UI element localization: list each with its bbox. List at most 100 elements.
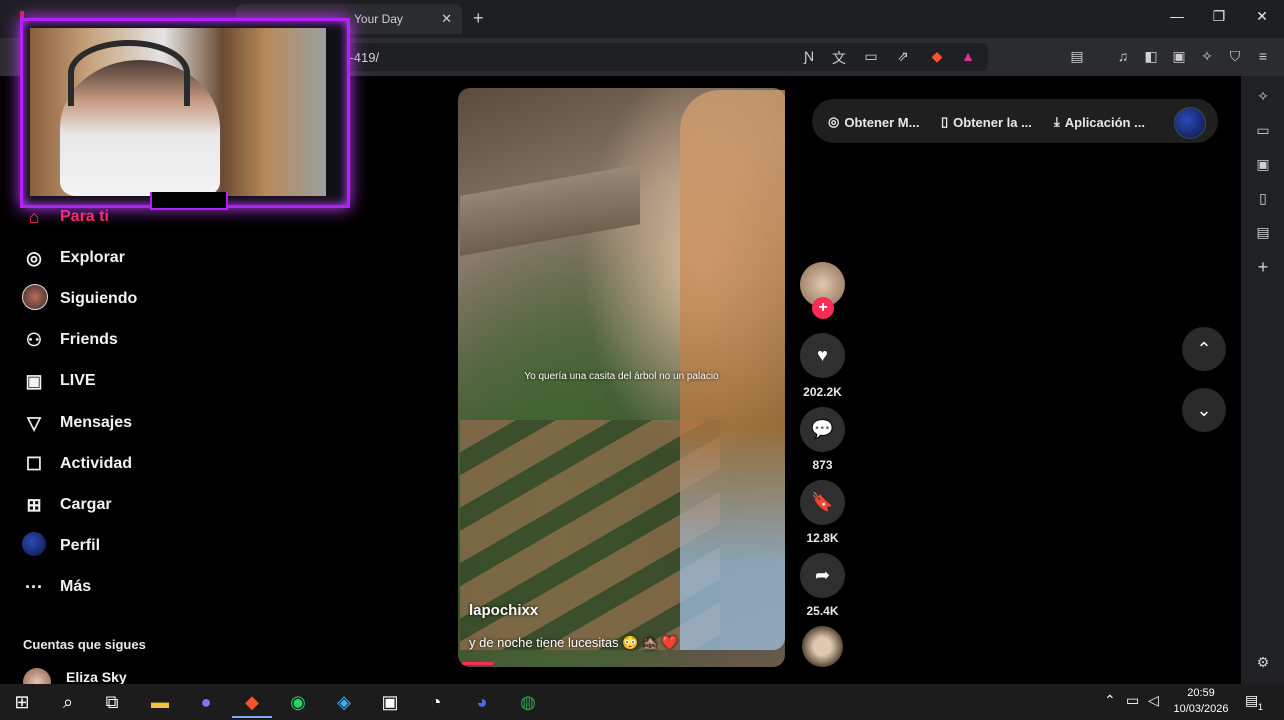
sidebar-item-label: Mensajes xyxy=(60,414,133,431)
sidebar-item-friends[interactable]: ⚇ Friends xyxy=(22,327,118,353)
video-scene-person xyxy=(680,90,785,650)
brave-rewards-icon[interactable]: ▲ xyxy=(958,48,978,64)
talk-icon[interactable]: ▭ xyxy=(1252,122,1274,139)
active-app-indicator xyxy=(232,716,272,718)
webcam-frame-tab xyxy=(150,192,228,210)
get-app-button[interactable]: ▯ Obtener la ... xyxy=(941,114,1032,130)
menu-icon[interactable]: ≡ xyxy=(1253,48,1273,64)
live-tv-icon: ▣ xyxy=(25,370,43,391)
tab-search-icon[interactable]: ▤ xyxy=(1067,48,1087,65)
send-icon: ▽ xyxy=(27,412,41,433)
discord-icon[interactable]: ◕ xyxy=(464,688,500,716)
close-tab-icon[interactable]: ✕ xyxy=(441,11,452,27)
following-avatar-icon xyxy=(22,283,48,315)
comment-count: 873 xyxy=(812,458,833,472)
wallet-icon[interactable]: ▣ xyxy=(1169,48,1189,65)
sidebar-item-explore[interactable]: ◎ Explorar xyxy=(22,245,125,271)
share-page-icon[interactable]: ⇗ xyxy=(893,48,913,65)
reading-list-icon[interactable]: ▤ xyxy=(1252,224,1274,241)
share-count: 25.4K xyxy=(806,604,839,618)
activity-icon: ☐ xyxy=(25,453,43,474)
video-progress-bar[interactable] xyxy=(462,662,494,665)
sidebar-item-label: Siguiendo xyxy=(60,290,138,307)
sidebar-item-live[interactable]: ▣ LIVE xyxy=(22,368,96,394)
leo-sidebar-icon[interactable]: ✧ xyxy=(1252,88,1274,105)
wallet-sidebar-icon[interactable]: ▣ xyxy=(1252,156,1274,173)
download-app-label: Aplicación ... xyxy=(1064,114,1145,130)
save-button[interactable]: 🔖 xyxy=(800,480,845,525)
download-icon: ⤓ xyxy=(1054,114,1060,129)
no-translate-icon[interactable]: Ɲ xyxy=(799,48,819,64)
translate-icon[interactable]: 文 xyxy=(829,48,849,68)
share-button[interactable]: ➦ xyxy=(800,553,845,598)
leo-ai-icon[interactable]: ✧ xyxy=(1197,48,1217,65)
speedometer-icon[interactable]: ◔ xyxy=(418,688,454,716)
sidebar-item-label: Friends xyxy=(60,331,118,348)
sidebar-item-following[interactable]: Siguiendo xyxy=(22,283,138,315)
get-app-label: Obtener la ... xyxy=(953,114,1032,130)
search-icon[interactable]: ⌕ xyxy=(50,688,86,716)
brave-browser-icon[interactable]: ◆ xyxy=(234,688,270,716)
sidebar-item-more[interactable]: ··· Más xyxy=(22,574,91,600)
like-button[interactable]: ♥ xyxy=(800,333,845,378)
task-view-icon[interactable]: ⧉ xyxy=(94,688,130,716)
sidebar-item-messages[interactable]: ▽ Mensajes xyxy=(22,410,132,436)
video-author[interactable]: lapochixx xyxy=(469,602,538,619)
next-video-button[interactable]: ⌄ xyxy=(1182,388,1226,432)
cast-icon[interactable]: ▭ xyxy=(861,48,881,65)
network-icon[interactable]: ▭ xyxy=(1126,692,1139,709)
vpn-icon[interactable]: ⛉ xyxy=(1225,48,1245,65)
address-bar[interactable] xyxy=(310,43,988,71)
app-diamond-icon[interactable]: ◈ xyxy=(326,688,362,716)
following-accounts-header: Cuentas que sigues xyxy=(23,637,146,652)
sidebar-settings-icon[interactable]: ⚙ xyxy=(1252,654,1274,671)
sidebar-item-label: Cargar xyxy=(60,496,112,513)
save-count: 12.8K xyxy=(806,531,839,545)
sidebar-toggle-icon[interactable]: ◧ xyxy=(1141,48,1161,65)
notifications-icon[interactable]: ▤ xyxy=(1245,692,1258,709)
comment-button[interactable]: 💬 xyxy=(800,407,845,452)
heart-icon: ♥ xyxy=(817,345,828,365)
friends-icon: ⚇ xyxy=(25,329,43,350)
get-desktop-label: Obtener M... xyxy=(844,114,920,130)
start-button[interactable]: ⊞ xyxy=(4,688,40,716)
sidebar-item-activity[interactable]: ☐ Actividad xyxy=(22,451,132,477)
brave-shield-icon[interactable]: ◆ xyxy=(927,48,947,65)
tab-title: Your Day xyxy=(354,12,403,26)
follow-plus-button[interactable]: + xyxy=(812,297,834,319)
upload-plus-icon: ⊞ xyxy=(26,494,42,515)
sidebar-item-label: Perfil xyxy=(60,537,101,554)
maximize-button[interactable]: ❐ xyxy=(1209,8,1229,25)
sidebar-item-label: LIVE xyxy=(60,372,96,389)
get-desktop-button[interactable]: ◎ Obtener M... xyxy=(828,114,919,130)
bookmarks-icon[interactable]: ▯ xyxy=(1252,190,1274,207)
new-tab-button[interactable]: + xyxy=(473,8,484,29)
sidebar-item-label: Para ti xyxy=(60,208,109,225)
media-icon[interactable]: ♫ xyxy=(1113,48,1133,64)
previous-video-button[interactable]: ⌃ xyxy=(1182,327,1226,371)
sidebar-item-upload[interactable]: ⊞ Cargar xyxy=(22,492,112,518)
sidebar-item-profile[interactable]: Perfil xyxy=(22,531,101,559)
following-account-name[interactable]: Eliza Sky xyxy=(66,669,127,685)
music-disc-icon[interactable] xyxy=(802,626,843,667)
video-description: y de noche tiene lucesitas 😳 🏚️ ❤️ xyxy=(469,635,678,650)
volume-icon[interactable]: ◁ xyxy=(1148,692,1159,709)
chevron-up-icon: ⌃ xyxy=(1196,338,1212,359)
minimize-button[interactable]: — xyxy=(1167,8,1187,24)
chevron-down-icon: ⌄ xyxy=(1196,399,1212,420)
clock-time[interactable]: 20:59 xyxy=(1172,687,1230,699)
phone-icon: ▯ xyxy=(941,114,949,129)
avatar[interactable] xyxy=(1174,107,1206,139)
add-panel-icon[interactable]: + xyxy=(1252,257,1274,278)
comment-icon: 💬 xyxy=(811,419,834,439)
close-window-button[interactable]: ✕ xyxy=(1252,8,1272,25)
tray-overflow-icon[interactable]: ⌃ xyxy=(1104,692,1116,709)
file-explorer-icon[interactable]: ▬ xyxy=(142,688,178,716)
clock-date[interactable]: 10/03/2026 xyxy=(1172,703,1230,715)
headset-graphic xyxy=(68,40,190,106)
download-app-button[interactable]: ⤓ Aplicación ... xyxy=(1054,114,1145,130)
obs-icon[interactable]: ▣ xyxy=(372,688,408,716)
chrome-icon[interactable]: ◍ xyxy=(510,688,546,716)
chat-app-icon[interactable]: ● xyxy=(188,688,224,716)
whatsapp-icon[interactable]: ◉ xyxy=(280,688,316,716)
